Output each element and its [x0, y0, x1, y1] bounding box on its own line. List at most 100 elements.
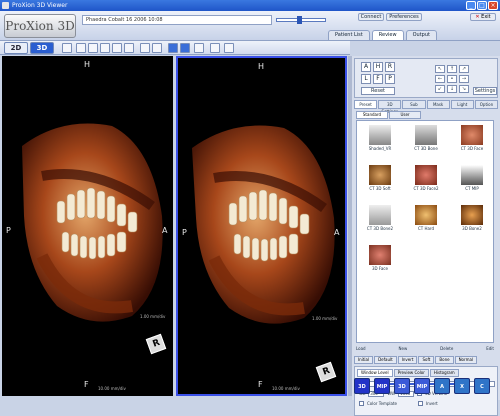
cube-label: R: [151, 337, 162, 350]
render-mip-alt-button[interactable]: MIP: [414, 378, 430, 394]
layout-2x2-icon[interactable]: [180, 43, 190, 53]
orientation-bottom-label: F: [84, 380, 89, 389]
sagittal-button[interactable]: X: [454, 378, 470, 394]
tab-review[interactable]: Review: [371, 30, 404, 40]
preset-thumbnail[interactable]: 3D Face: [361, 245, 399, 275]
tab-light[interactable]: Light: [450, 100, 474, 109]
view-right-button[interactable]: R: [385, 62, 395, 72]
preset-thumbnail[interactable]: CT 3D Face: [453, 125, 491, 155]
render-3d-button[interactable]: 3D: [354, 378, 370, 394]
patient-info-field: Phaedra Cobalt 16 2006 10:08: [82, 15, 272, 25]
wl-bone-button[interactable]: Bone: [435, 356, 454, 364]
exit-icon: ✕: [475, 14, 480, 20]
preset-thumbnail[interactable]: Shaded_VR: [361, 125, 399, 155]
preset-image: [461, 165, 483, 185]
preset-new-button[interactable]: New: [399, 345, 408, 353]
rotate-left-icon[interactable]: ←: [435, 75, 445, 83]
zoom-icon[interactable]: [88, 43, 98, 53]
rotate-up-left-icon[interactable]: ↖: [435, 65, 445, 73]
pointer-icon[interactable]: [210, 43, 220, 53]
preset-thumbnail[interactable]: 3D Bone2: [453, 205, 491, 235]
settings-button[interactable]: Settings: [473, 87, 497, 95]
ruler-icon[interactable]: [224, 43, 234, 53]
rotate-right-icon[interactable]: →: [459, 75, 469, 83]
viewport-right[interactable]: H P A F 1.00 mm/div 10.00 mm/div R: [176, 56, 347, 396]
prev-icon[interactable]: [140, 43, 150, 53]
subtab-standard[interactable]: Standard: [356, 111, 388, 119]
preset-thumbnail[interactable]: CT 3D Bone2: [361, 205, 399, 235]
preset-thumbnail[interactable]: CT MIP: [453, 165, 491, 195]
view-posterior-button[interactable]: P: [385, 74, 395, 84]
tab-patient-list[interactable]: Patient List: [328, 30, 370, 40]
tab-output[interactable]: Output: [405, 30, 437, 40]
subtab-user[interactable]: User: [389, 111, 421, 119]
window-level-icon[interactable]: [124, 43, 134, 53]
preset-edit-button[interactable]: Edit: [486, 345, 494, 353]
view-foot-button[interactable]: F: [373, 74, 383, 84]
wl-soft-button[interactable]: Soft: [418, 356, 435, 364]
preset-label: CT 3D Bone2: [366, 226, 394, 231]
close-button[interactable]: ×: [488, 1, 498, 10]
preset-label: CT 3D Bone: [414, 146, 438, 151]
preset-thumbnail[interactable]: CT Hard: [407, 205, 445, 235]
mode-3d-button[interactable]: 3D: [30, 42, 54, 54]
orientation-bottom-label: F: [258, 380, 263, 389]
rotate-down-icon[interactable]: ↓: [447, 85, 457, 93]
render-3d-alt-button[interactable]: 3D: [394, 378, 410, 394]
rotate-center-icon[interactable]: •: [447, 75, 457, 83]
tab-preset[interactable]: Preset: [354, 100, 378, 109]
subtab-histogram[interactable]: Histogram: [429, 369, 459, 377]
coronal-button[interactable]: C: [474, 378, 490, 394]
mode-2d-button[interactable]: 2D: [4, 42, 28, 54]
preset-thumbnail[interactable]: CT 3D Face2: [407, 165, 445, 195]
maximize-button[interactable]: □: [477, 1, 487, 10]
preset-image: [415, 205, 437, 225]
minimize-button[interactable]: _: [466, 1, 476, 10]
invert-checkbox[interactable]: [417, 401, 423, 406]
view-head-button[interactable]: H: [373, 62, 383, 72]
tab-option[interactable]: Option: [474, 100, 499, 109]
preset-image: [461, 205, 483, 225]
color-template-checkbox[interactable]: [359, 401, 364, 406]
render-mip-button[interactable]: MIP: [374, 378, 390, 394]
tab-mask[interactable]: Mask: [426, 100, 450, 109]
rotate-icon[interactable]: [100, 43, 110, 53]
link-icon[interactable]: [194, 43, 204, 53]
invert-label: Invert: [425, 401, 438, 406]
preset-load-button[interactable]: Load: [356, 345, 366, 353]
reset-button[interactable]: Reset: [361, 87, 395, 95]
scale-side-label: 1.00 mm/div: [140, 314, 166, 319]
crop-icon[interactable]: [112, 43, 122, 53]
exit-label: Exit: [481, 14, 491, 20]
wl-invert-button[interactable]: Invert: [397, 356, 418, 364]
view-left-button[interactable]: L: [361, 74, 371, 84]
wl-default-button[interactable]: Default: [374, 356, 397, 364]
preset-thumbnail[interactable]: CT 3D Bone: [407, 125, 445, 155]
preset-thumbnail[interactable]: CT 3D Soft: [361, 165, 399, 195]
layout-icon[interactable]: [62, 43, 72, 53]
tab-sub[interactable]: Sub: [402, 100, 426, 109]
rotate-down-right-icon[interactable]: ↘: [459, 85, 469, 93]
next-icon[interactable]: [152, 43, 162, 53]
slider-knob[interactable]: [297, 16, 302, 24]
preset-delete-button[interactable]: Delete: [440, 345, 453, 353]
axial-button[interactable]: A: [434, 378, 450, 394]
preferences-button[interactable]: Preferences: [386, 13, 422, 21]
tab-3d-settings[interactable]: 3D Settings: [378, 100, 402, 114]
wl-initial-button[interactable]: Initial: [354, 356, 374, 364]
connect-button[interactable]: Connect: [358, 13, 384, 21]
subtab-window-level[interactable]: Window Level: [357, 369, 393, 377]
pan-icon[interactable]: [76, 43, 86, 53]
exit-button[interactable]: ✕ Exit: [470, 13, 496, 21]
rotate-down-left-icon[interactable]: ↙: [435, 85, 445, 93]
layout-1x2-icon[interactable]: [168, 43, 178, 53]
timeline-slider[interactable]: [276, 16, 326, 24]
subtab-preview-color[interactable]: Preview Color: [393, 369, 429, 377]
viewport-left[interactable]: H P A F 1.00 mm/div 10.00 mm/div R: [2, 56, 173, 396]
preset-label: 3D Face: [372, 266, 388, 271]
preset-image: [369, 205, 391, 225]
rotate-up-icon[interactable]: ↑: [447, 65, 457, 73]
wl-normal-button[interactable]: Normal: [454, 356, 478, 364]
view-anterior-button[interactable]: A: [361, 62, 371, 72]
rotate-up-right-icon[interactable]: ↗: [459, 65, 469, 73]
